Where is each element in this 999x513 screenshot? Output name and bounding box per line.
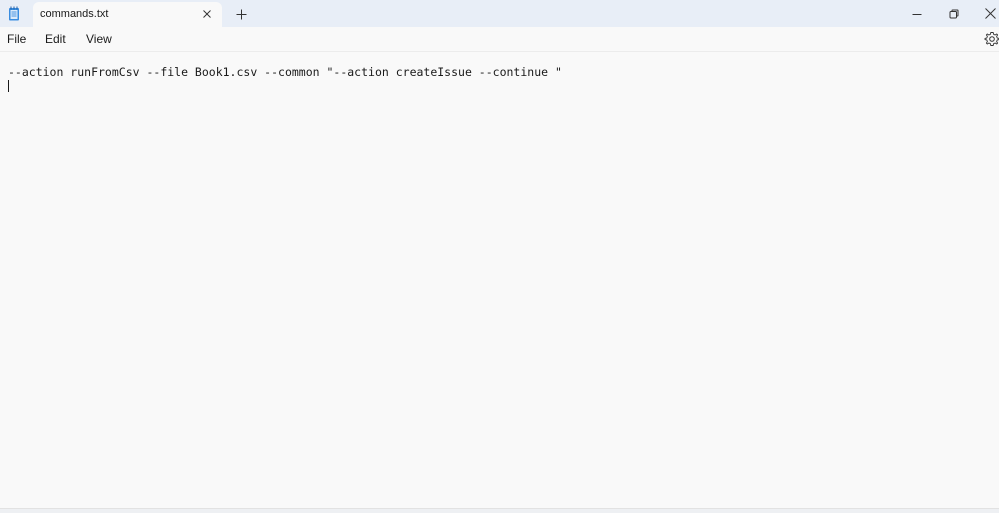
tab-commands-txt[interactable]: commands.txt xyxy=(33,2,222,27)
window-close-icon[interactable] xyxy=(972,0,999,27)
menu-edit[interactable]: Edit xyxy=(45,32,66,46)
editor-line-1: --action runFromCsv --file Book1.csv --c… xyxy=(8,65,562,79)
restore-icon[interactable] xyxy=(936,0,972,27)
close-tab-icon[interactable] xyxy=(198,5,216,23)
gear-icon[interactable] xyxy=(984,31,999,47)
notepad-icon xyxy=(8,6,20,21)
title-bar: commands.txt xyxy=(0,0,999,27)
new-tab-plus-icon[interactable] xyxy=(231,5,251,23)
text-cursor xyxy=(8,80,9,92)
menu-bar: File Edit View xyxy=(0,27,999,52)
menu-file[interactable]: File xyxy=(7,32,26,46)
tab-title: commands.txt xyxy=(40,8,109,20)
minimize-icon[interactable] xyxy=(899,0,935,27)
text-editor[interactable]: --action runFromCsv --file Book1.csv --c… xyxy=(0,53,999,508)
status-bar xyxy=(0,508,999,513)
menu-view[interactable]: View xyxy=(86,32,112,46)
